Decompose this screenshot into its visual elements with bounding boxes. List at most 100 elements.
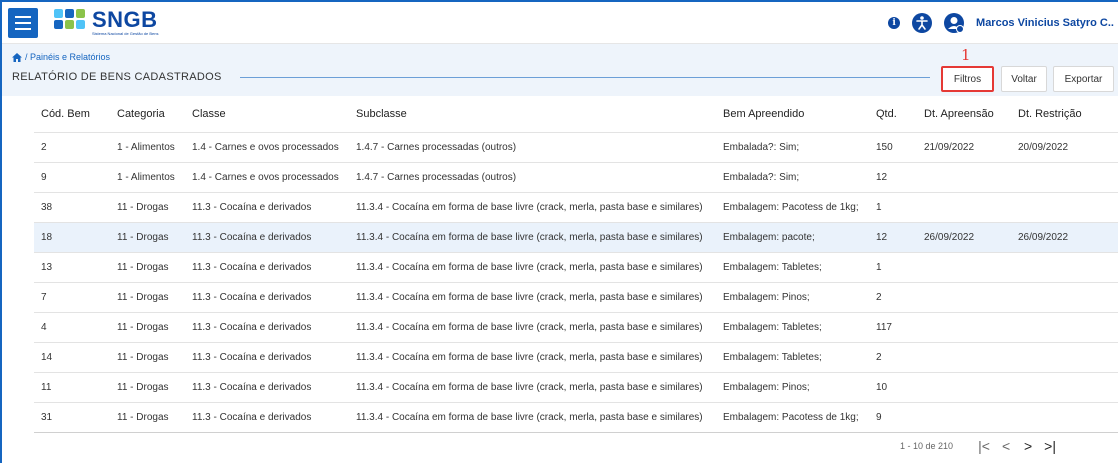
table-cell: 11.3.4 - Cocaína em forma de base livre … [349,251,716,282]
table-cell: 11.3 - Cocaína e derivados [185,191,349,222]
table-cell [1011,161,1118,192]
table-cell: 11 - Drogas [110,341,185,372]
logo-subtitle: Sistema Nacional de Gestão de Bens [92,31,159,36]
column-header[interactable]: Classe [185,97,349,132]
breadcrumb-text[interactable]: / Painéis e Relatórios [25,52,110,62]
table-cell: 11 - Drogas [110,221,185,252]
top-bar: SNGB Sistema Nacional de Gestão de Bens … [2,2,1118,44]
table-cell: 4 [34,311,110,342]
table-cell: Embalagem: Tabletes; [716,251,869,282]
table-cell: 14 [34,341,110,372]
table-cell: Embalagem: Pacotess de 1kg; [716,401,869,433]
table-cell: 11.3 - Cocaína e derivados [185,341,349,372]
table-cell: 11.3 - Cocaína e derivados [185,281,349,312]
first-page-button[interactable]: |< [973,438,995,454]
logo-mark-icon [54,9,88,37]
accessibility-icon[interactable] [912,13,933,33]
table-row[interactable]: 38 11 - Drogas 11.3 - Cocaína e derivados 1… [34,191,1118,222]
column-header[interactable]: Dt. Restrição [1011,97,1118,132]
table-cell [1011,311,1118,342]
table-cell: 11 - Drogas [110,311,185,342]
table-row[interactable]: 11 11 - Drogas 11.3 - Cocaína e derivados 1… [34,371,1118,402]
filtros-button[interactable]: Filtros [941,66,994,92]
table-cell: 2 [869,281,917,312]
table-cell: 26/09/2022 [1011,221,1118,252]
table-cell: 12 [869,161,917,192]
table-cell [1011,281,1118,312]
table-cell: 12 [869,221,917,252]
table-header-row: Cód. Bem Categoria Classe Subclasse Bem … [34,97,1118,132]
table-cell: 13 [34,251,110,282]
table-row[interactable]: 13 11 - Drogas 11.3 - Cocaína e derivados 1… [34,251,1118,282]
table-cell: Embalagem: Pinos; [716,371,869,402]
table-cell [917,311,1011,342]
table-cell: Embalagem: Pinos; [716,281,869,312]
table-cell: 1.4.7 - Carnes processadas (outros) [349,131,716,162]
report-table: Cód. Bem Categoria Classe Subclasse Bem … [34,97,1118,433]
table-cell [1011,341,1118,372]
table-row[interactable]: 21 - Alimentos 1.4 - Carnes e ovos proces… [34,131,1118,162]
table-cell [1011,251,1118,282]
column-header[interactable]: Cód. Bem [34,97,110,132]
table-row[interactable]: 14 11 - Drogas 11.3 - Cocaína e derivados 1… [34,341,1118,372]
table-cell: 11 - Drogas [110,251,185,282]
pagination: 1 - 10 de 210 |< < > >| [900,437,1061,455]
table-cell: 11.3.4 - Cocaína em forma de base livre … [349,341,716,372]
logo-title: SNGB [92,7,158,32]
column-header[interactable]: Categoria [110,97,185,132]
table-row[interactable]: 31 11 - Drogas 11.3 - Cocaína e derivados 1… [34,401,1118,433]
table-cell: 9 [869,401,917,433]
table-cell: 11.3 - Cocaína e derivados [185,311,349,342]
table-cell: 1.4 - Carnes e ovos processados [185,161,349,192]
table-cell: 21/09/2022 [917,131,1011,162]
info-icon[interactable]: i [888,17,901,29]
table-cell: 1.4.7 - Carnes processadas (outros) [349,161,716,192]
table-cell: 20/09/2022 [1011,131,1118,162]
table-cell: 7 [34,281,110,312]
table-cell: 11.3.4 - Cocaína em forma de base livre … [349,371,716,402]
report-table-container: Cód. Bem Categoria Classe Subclasse Bem … [34,97,1118,433]
annotation-marker: 1 [961,46,971,64]
next-page-button[interactable]: > [1017,438,1039,454]
table-cell: 1 [869,251,917,282]
home-icon[interactable] [12,52,22,62]
table-row[interactable]: 18 11 - Drogas 11.3 - Cocaína e derivados 1… [34,221,1118,252]
last-page-button[interactable]: >| [1039,438,1061,454]
app-logo[interactable]: SNGB Sistema Nacional de Gestão de Bens [54,6,158,40]
table-cell: 1 [869,191,917,222]
table-cell: 11.3 - Cocaína e derivados [185,401,349,433]
table-row[interactable]: 7 11 - Drogas 11.3 - Cocaína e derivados 11… [34,281,1118,312]
page-title: RELATÓRIO DE BENS CADASTRADOS [12,71,222,83]
exportar-button[interactable]: Exportar [1053,66,1114,92]
table-cell: 11.3 - Cocaína e derivados [185,371,349,402]
table-cell: Embalagem: Tabletes; [716,311,869,342]
table-cell: 1 - Alimentos [110,131,185,162]
table-row[interactable]: 91 - Alimentos 1.4 - Carnes e ovos proces… [34,161,1118,192]
column-header[interactable]: Subclasse [349,97,716,132]
table-cell [1011,371,1118,402]
table-cell: Embalagem: Tabletes; [716,341,869,372]
table-cell: 1.4 - Carnes e ovos processados [185,131,349,162]
voltar-button[interactable]: Voltar [1001,66,1047,92]
hamburger-menu-button[interactable] [8,8,38,38]
column-header[interactable]: Qtd. [869,97,917,132]
table-cell [1011,191,1118,222]
table-cell [1011,401,1118,433]
breadcrumb: / Painéis e Relatórios [12,52,110,62]
column-header[interactable]: Bem Apreendido [716,97,869,132]
table-cell [917,401,1011,433]
table-cell: 11 - Drogas [110,401,185,433]
table-cell: 11.3.4 - Cocaína em forma de base livre … [349,221,716,252]
table-cell: 26/09/2022 [917,221,1011,252]
table-cell [917,281,1011,312]
user-avatar-icon[interactable] [944,13,965,33]
user-name[interactable]: Marcos Vinicius Satyro C.. [976,17,1114,29]
table-cell: Embalada?: Sim; [716,161,869,192]
table-row[interactable]: 4 11 - Drogas 11.3 - Cocaína e derivados 11… [34,311,1118,342]
table-cell: 38 [34,191,110,222]
column-header[interactable]: Dt. Apreensão [917,97,1011,132]
table-cell: 11.3 - Cocaína e derivados [185,251,349,282]
previous-page-button[interactable]: < [995,438,1017,454]
table-cell: 11.3.4 - Cocaína em forma de base livre … [349,311,716,342]
table-cell: 10 [869,371,917,402]
